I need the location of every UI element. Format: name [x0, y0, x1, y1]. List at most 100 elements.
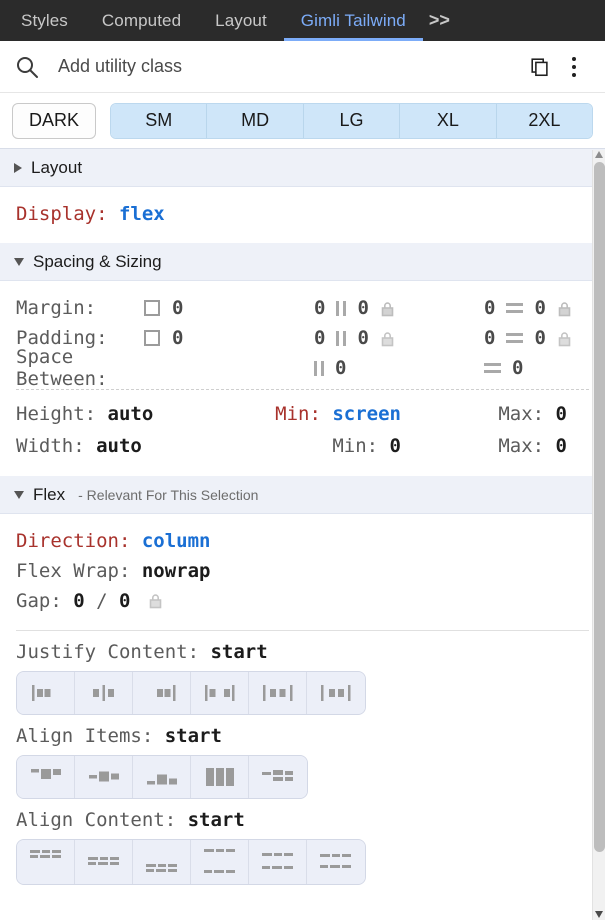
margin-row: Margin: 0 0 0 0 0: [16, 293, 589, 323]
tab-gimli-tailwind[interactable]: Gimli Tailwind: [283, 0, 423, 41]
breakpoint-label: MD: [241, 110, 270, 130]
lock-icon[interactable]: [380, 300, 395, 317]
margin-bottom-value[interactable]: 0: [534, 297, 545, 319]
justify-content-row: Justify Content: start: [16, 641, 589, 663]
space-between-y-value[interactable]: 0: [512, 357, 523, 379]
justify-evenly-button[interactable]: [307, 672, 365, 714]
flex-gap-label: Gap:: [16, 590, 62, 612]
height-min-label: Min:: [275, 403, 321, 425]
items-center-button[interactable]: [75, 756, 133, 798]
search-icon: [14, 54, 40, 80]
padding-left-value[interactable]: 0: [314, 327, 325, 349]
padding-right-value[interactable]: 0: [357, 327, 368, 349]
items-start-button[interactable]: [17, 756, 75, 798]
padding-top-value[interactable]: 0: [484, 327, 495, 349]
space-between-row: Space Between: 0 0: [16, 346, 589, 390]
content-end-button[interactable]: [133, 840, 191, 884]
width-value[interactable]: auto: [96, 435, 142, 457]
lock-icon[interactable]: [557, 300, 572, 317]
flex-gap-y-value[interactable]: 0: [119, 590, 130, 612]
breakpoint-sm[interactable]: SM: [111, 103, 208, 138]
chevron-down-icon: [14, 490, 24, 499]
copy-icon[interactable]: [523, 50, 557, 84]
justify-center-button[interactable]: [75, 672, 133, 714]
section-header-spacing-sizing[interactable]: Spacing & Sizing: [0, 243, 605, 281]
kebab-menu-icon[interactable]: [557, 50, 591, 84]
flex-wrap-label: Flex Wrap:: [16, 560, 131, 582]
horizontal-bars-icon: [506, 333, 524, 343]
search-input[interactable]: [40, 56, 523, 77]
square-icon[interactable]: [144, 300, 160, 316]
content-between-button[interactable]: [191, 840, 249, 884]
lock-icon[interactable]: [380, 330, 395, 347]
flex-wrap-value[interactable]: nowrap: [142, 560, 211, 582]
section-title: Spacing & Sizing: [33, 251, 162, 271]
height-value[interactable]: auto: [108, 403, 154, 425]
space-between-x-value[interactable]: 0: [335, 357, 346, 379]
items-baseline-button[interactable]: [249, 756, 307, 798]
justify-end-button[interactable]: [133, 672, 191, 714]
margin-top-value[interactable]: 0: [484, 297, 495, 319]
breakpoint-xl[interactable]: XL: [400, 103, 497, 138]
breakpoint-2xl[interactable]: 2XL: [496, 103, 592, 138]
flex-gap-x-value[interactable]: 0: [73, 590, 84, 612]
justify-around-button[interactable]: [249, 672, 307, 714]
tab-label: Styles: [21, 10, 68, 30]
tab-overflow-icon[interactable]: >>: [423, 0, 460, 41]
justify-start-button[interactable]: [17, 672, 75, 714]
flex-direction-value[interactable]: column: [142, 530, 211, 552]
tab-computed[interactable]: Computed: [85, 0, 198, 41]
tab-label: Layout: [215, 10, 267, 30]
items-end-button[interactable]: [133, 756, 191, 798]
lock-icon[interactable]: [557, 330, 572, 347]
width-label: Width:: [16, 435, 85, 457]
chevrons-right-icon: >>: [428, 10, 450, 30]
display-value[interactable]: flex: [119, 203, 165, 225]
scrollbar-thumb[interactable]: [594, 162, 605, 852]
justify-content-value[interactable]: start: [210, 641, 267, 663]
breakpoint-label: SM: [145, 110, 173, 130]
scroll-down-arrow-icon[interactable]: [595, 911, 603, 918]
panel-content: Layout Display: flex Spacing & Sizing Ma…: [0, 149, 605, 919]
justify-content-label: Justify Content:: [16, 641, 200, 663]
tab-layout[interactable]: Layout: [198, 0, 284, 41]
flex-gap-row: Gap: 0 / 0: [16, 586, 589, 616]
scroll-up-arrow-icon[interactable]: [595, 151, 603, 158]
lock-icon[interactable]: [148, 588, 163, 609]
margin-all-value[interactable]: 0: [172, 297, 183, 319]
width-max-value[interactable]: 0: [556, 435, 567, 457]
display-property-row[interactable]: Display: flex: [16, 199, 589, 229]
breakpoint-dark-label: DARK: [28, 110, 79, 130]
panel-scrollbar[interactable]: [592, 150, 605, 920]
space-between-label: Space Between:: [16, 346, 108, 390]
content-center-button[interactable]: [75, 840, 133, 884]
justify-between-button[interactable]: [191, 672, 249, 714]
vertical-bars-icon: [336, 330, 347, 346]
items-stretch-button[interactable]: [191, 756, 249, 798]
height-max-value[interactable]: 0: [556, 403, 567, 425]
section-header-layout[interactable]: Layout: [0, 149, 605, 187]
tab-label: Computed: [101, 10, 182, 30]
chevron-down-icon: [14, 257, 24, 266]
section-header-flex[interactable]: Flex - Relevant For This Selection: [0, 476, 605, 514]
content-around-button[interactable]: [249, 840, 307, 884]
content-evenly-button[interactable]: [307, 840, 365, 884]
margin-left-value[interactable]: 0: [314, 297, 325, 319]
square-icon[interactable]: [144, 330, 160, 346]
padding-bottom-value[interactable]: 0: [534, 327, 545, 349]
align-content-label: Align Content:: [16, 809, 177, 831]
section-note: - Relevant For This Selection: [78, 486, 259, 503]
padding-all-value[interactable]: 0: [172, 327, 183, 349]
width-min-value[interactable]: 0: [390, 435, 401, 457]
breakpoint-md[interactable]: MD: [207, 103, 304, 138]
breakpoint-dark-toggle[interactable]: DARK: [12, 102, 96, 139]
align-content-value[interactable]: start: [188, 809, 245, 831]
height-min-value[interactable]: screen: [332, 403, 401, 425]
breakpoint-lg[interactable]: LG: [303, 103, 401, 138]
tab-styles[interactable]: Styles: [4, 0, 85, 41]
margin-right-value[interactable]: 0: [357, 297, 368, 319]
vertical-bars-icon: [314, 360, 324, 376]
content-start-button[interactable]: [17, 840, 75, 884]
utility-class-search-bar: [0, 41, 605, 93]
align-items-value[interactable]: start: [165, 725, 222, 747]
